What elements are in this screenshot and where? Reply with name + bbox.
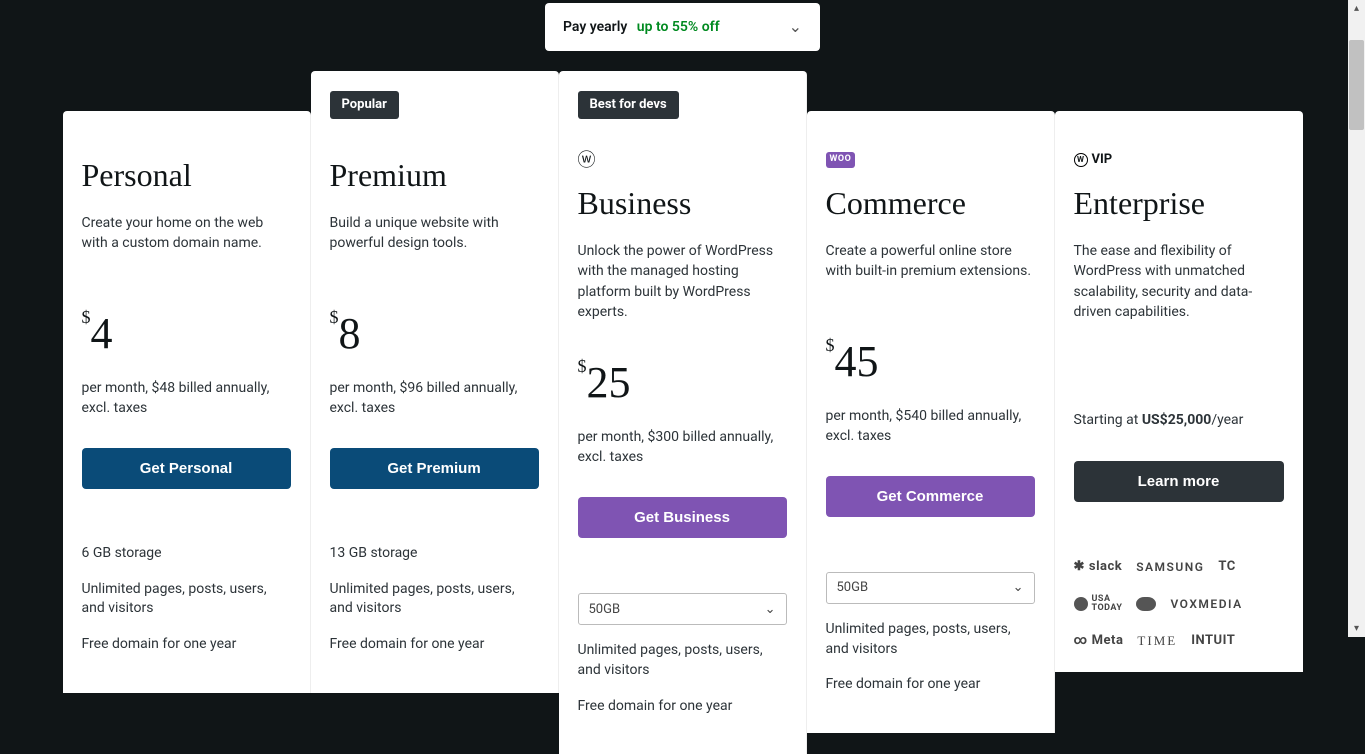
wordpress-logo-icon: ⓦ [578,151,787,169]
plan-title: Personal [82,151,291,199]
plan-price: $8 [330,301,539,367]
learn-more-button[interactable]: Learn more [1074,461,1284,502]
pricing-plans-row: Personal Create your home on the web wit… [0,111,1365,754]
plan-description: Build a unique website with powerful des… [330,213,539,273]
currency-symbol: $ [826,335,835,355]
enterprise-starting-price: Starting at US$25,000/year [1074,410,1284,431]
woocommerce-logo-icon: WOO [826,151,1035,169]
plan-card-commerce: WOO Commerce Create a powerful online st… [807,111,1055,733]
client-logo-cloud: ✱ slack SAMSUNG TC USATODAY VOXMEDIA ∞ M… [1074,557,1284,650]
get-personal-button[interactable]: Get Personal [82,448,291,489]
client-logo-voxmedia: VOXMEDIA [1170,595,1242,613]
plan-badge-best-for-devs: Best for devs [578,91,679,119]
wordpress-vip-logo-icon: WVIP [1074,151,1284,169]
plan-title: Business [578,179,787,227]
billing-interval-select[interactable]: Pay yearly up to 55% off ⌄ [545,3,820,51]
client-logo-intuit: INTUIT [1191,631,1235,651]
client-logo-time: TIME [1137,631,1177,651]
plan-card-business: Best for devs ⓦ Business Unlock the powe… [559,71,807,754]
billing-interval-label: Pay yearly [563,19,627,35]
price-value: 45 [835,337,879,386]
plan-feature: Unlimited pages, posts, users, and visit… [330,580,539,619]
price-value: 8 [339,309,361,358]
plan-badge-popular: Popular [330,91,399,119]
client-logo-salesforce [1136,597,1156,611]
currency-symbol: $ [82,307,91,327]
get-commerce-button[interactable]: Get Commerce [826,476,1035,517]
plan-title: Premium [330,151,539,199]
currency-symbol: $ [330,307,339,327]
get-business-button[interactable]: Get Business [578,497,787,538]
plan-feature: Free domain for one year [330,635,539,655]
chevron-down-icon: ⌄ [1013,578,1024,598]
plan-feature: Free domain for one year [578,697,787,717]
plan-description: Unlock the power of WordPress with the m… [578,241,787,322]
plan-title: Enterprise [1074,179,1284,227]
scroll-up-button[interactable]: ▴ [1348,0,1365,17]
billing-discount-badge: up to 55% off [637,19,720,35]
price-value: 25 [587,358,631,407]
storage-value: 50GB [837,578,869,598]
plan-card-personal: Personal Create your home on the web wit… [63,111,311,693]
plan-card-premium: Popular Premium Build a unique website w… [311,71,559,693]
plan-feature: Unlimited pages, posts, users, and visit… [578,641,787,680]
client-logo-slack: ✱ slack [1074,557,1123,577]
chevron-down-icon: ⌄ [789,15,802,39]
plan-price: $25 [578,350,787,416]
plan-feature: 13 GB storage [330,544,539,564]
storage-value: 50GB [589,600,621,620]
plan-feature: Free domain for one year [82,635,291,655]
plan-feature: 6 GB storage [82,544,291,564]
storage-select[interactable]: 50GB ⌄ [578,593,787,625]
plan-description: The ease and flexibility of WordPress wi… [1074,241,1284,322]
client-logo-usatoday: USATODAY [1074,595,1123,613]
plan-description: Create a powerful online store with buil… [826,241,1035,301]
vertical-scrollbar[interactable]: ▴ ▾ [1348,0,1365,637]
plan-billing-note: per month, $540 billed annually, excl. t… [826,407,1035,446]
chevron-down-icon: ⌄ [765,600,776,620]
plan-feature: Free domain for one year [826,675,1035,695]
plan-billing-note: per month, $300 billed annually, excl. t… [578,428,787,467]
plan-billing-note: per month, $48 billed annually, excl. ta… [82,379,291,418]
client-logo-samsung: SAMSUNG [1136,558,1204,576]
client-logo-meta: ∞ Meta [1074,631,1124,651]
get-premium-button[interactable]: Get Premium [330,448,539,489]
client-logo-techcrunch: TC [1218,557,1235,577]
plan-card-enterprise: WVIP Enterprise The ease and flexibility… [1055,111,1303,672]
currency-symbol: $ [578,356,587,376]
scroll-down-button[interactable]: ▾ [1348,620,1365,637]
plan-price: $4 [82,301,291,367]
price-value: 4 [91,309,113,358]
storage-select[interactable]: 50GB ⌄ [826,572,1035,604]
plan-title: Commerce [826,179,1035,227]
plan-description: Create your home on the web with a custo… [82,213,291,273]
plan-feature: Unlimited pages, posts, users, and visit… [82,580,291,619]
scrollbar-thumb[interactable] [1349,40,1364,130]
plan-billing-note: per month, $96 billed annually, excl. ta… [330,379,539,418]
plan-feature: Unlimited pages, posts, users, and visit… [826,620,1035,659]
plan-price: $45 [826,329,1035,395]
